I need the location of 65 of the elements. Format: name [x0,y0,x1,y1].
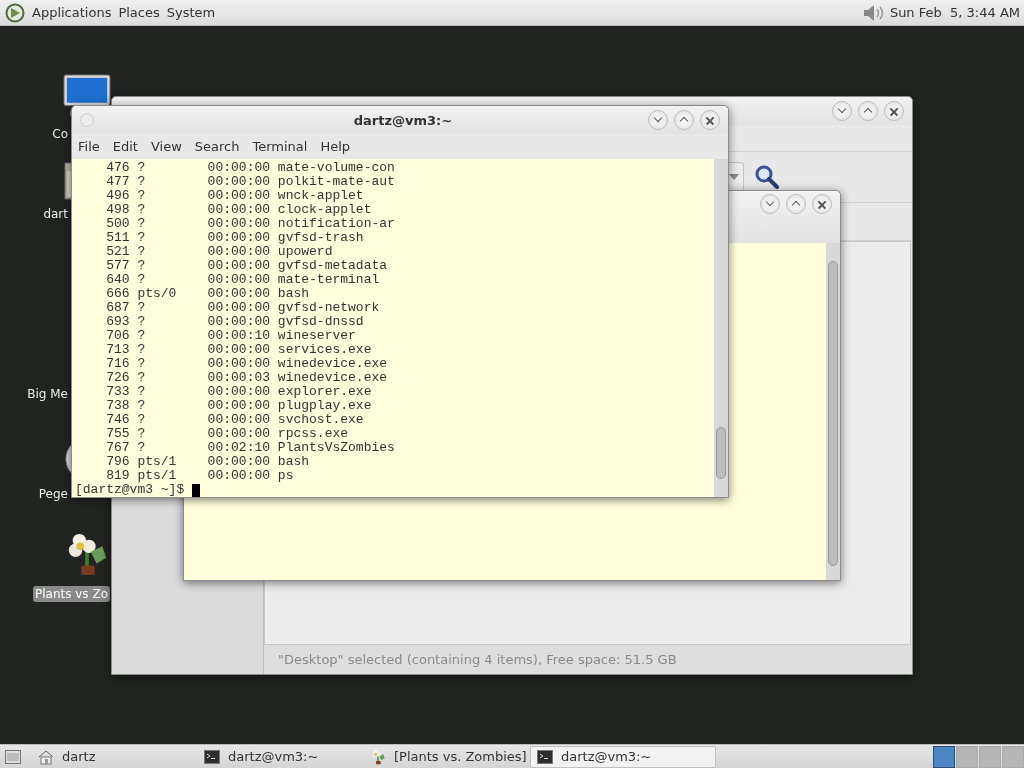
desktop-icon [5,749,21,764]
terminal-line: 746 ? 00:00:00 svchost.exe [105,413,364,427]
terminal-icon [537,748,553,765]
close-button[interactable] [700,110,720,130]
taskbar-button[interactable]: dartz [32,745,198,768]
terminal-line: 726 ? 00:00:03 winedevice.exe [105,371,388,385]
terminal-line: 693 ? 00:00:00 gvfsd-dnssd [105,315,364,329]
terminal-line: 687 ? 00:00:00 gvfsd-network [105,301,380,315]
taskbar-button[interactable]: [Plants vs. Zombies] [364,745,530,768]
terminal-line: 500 ? 00:00:00 notification-ar [105,217,395,231]
terminal-line: 496 ? 00:00:00 wnck-applet [105,189,364,203]
terminal-line: 521 ? 00:00:00 upowerd [105,245,333,259]
minimize-button[interactable] [760,194,780,214]
home-icon [38,748,54,765]
menu-item[interactable]: Help [320,139,351,154]
menu-item[interactable]: Edit [112,139,138,154]
maximize-button[interactable] [858,101,878,121]
terminal-line: 477 ? 00:00:00 polkit-mate-aut [105,175,395,189]
terminal-line: 706 ? 00:00:10 wineserver [105,329,356,343]
terminal-icon [204,748,220,765]
maximize-button[interactable] [674,110,694,130]
menu-item[interactable]: Applications [32,5,112,20]
window-title: dartz@vm3:~ [352,112,454,128]
search-icon [755,165,779,189]
terminal-line: 666 pts/0 00:00:00 bash [105,287,310,301]
workspace-button[interactable] [933,745,955,768]
menu-item[interactable]: View [150,139,182,154]
menu-item[interactable]: Terminal [252,139,308,154]
scrollbar[interactable] [826,243,840,580]
terminal-line: 733 ? 00:00:00 explorer.exe [105,385,372,399]
menu-item[interactable]: Places [118,5,160,20]
maximize-button[interactable] [786,194,806,214]
volume-icon [861,2,886,23]
scrollbar[interactable] [714,159,728,497]
terminal-line: 755 ? 00:00:00 rpcss.exe [105,427,349,441]
menu-item[interactable]: System [166,5,216,20]
terminal-line: 476 ? 00:00:00 mate-volume-con [105,161,395,175]
terminal-line: 767 ? 00:02:10 PlantsVsZombies [105,441,395,455]
flower-icon [370,748,386,765]
terminal-line: 577 ? 00:00:00 gvfsd-metadata [105,259,388,273]
terminal-line: 511 ? 00:00:00 gvfsd-trash [105,231,364,245]
close-button[interactable] [884,101,904,121]
terminal-line: 819 pts/1 00:00:00 ps [105,469,294,483]
minimize-button[interactable] [832,101,852,121]
status-bar: "Desktop" selected (containing 4 items), Free space: 51.5 GB [264,645,912,674]
terminal-line: 796 pts/1 00:00:00 bash [105,455,310,469]
text-cursor [192,483,201,497]
icon-label[interactable]: Co [50,126,70,142]
minimize-button[interactable] [648,110,668,130]
taskbar-button[interactable]: dartz@vm3:~ [530,745,716,768]
terminal-line: 713 ? 00:00:00 services.exe [105,343,372,357]
terminal-line: 640 ? 00:00:00 mate-terminal [105,273,380,287]
logo-icon [5,2,25,23]
terminal-line: 498 ? 00:00:00 clock-applet [105,203,372,217]
terminal-line: 738 ? 00:00:00 plugplay.exe [105,399,372,413]
menu-item[interactable]: Search [194,139,240,154]
menu-item[interactable]: File [78,139,100,154]
close-button[interactable] [812,194,832,214]
shell-prompt: [dartz@vm3 ~]$ [75,483,186,497]
terminal-line: 716 ? 00:00:00 winedevice.exe [105,357,388,371]
icon-label[interactable]: dart [41,206,70,222]
taskbar-button[interactable]: dartz@vm3:~ [198,745,364,768]
icon-label[interactable]: Big Me [25,386,70,402]
clock[interactable]: Sun Feb 5, 3:44 AM [889,5,1020,20]
icon-label[interactable]: Pege [36,486,70,502]
